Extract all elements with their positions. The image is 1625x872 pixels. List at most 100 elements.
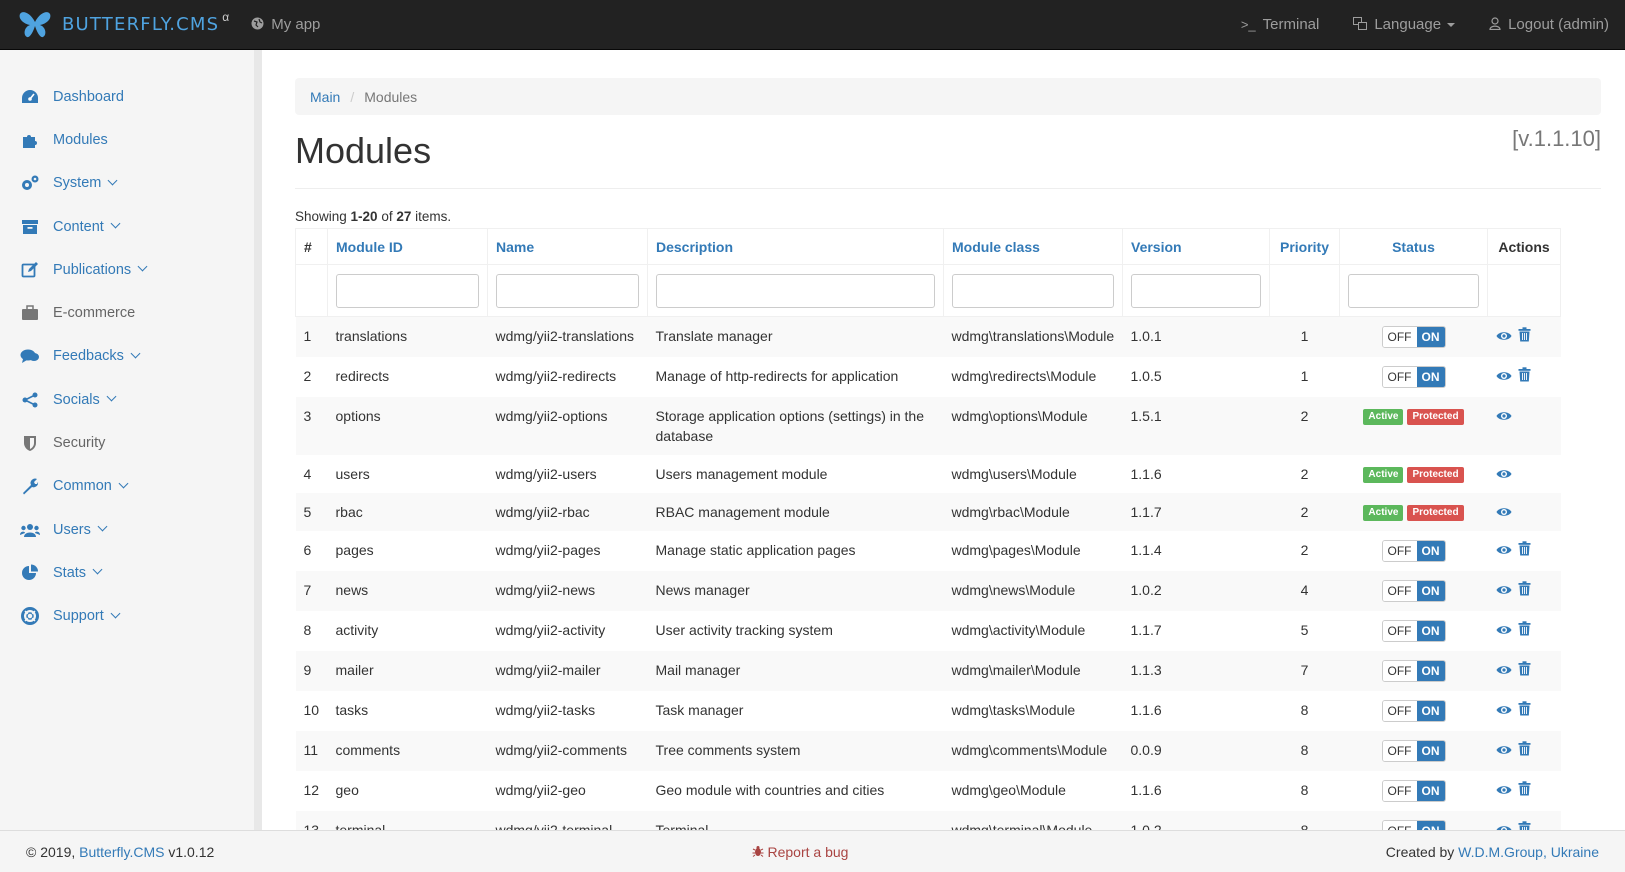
delete-icon[interactable] (1518, 821, 1534, 830)
filter-description-input[interactable] (656, 273, 935, 308)
toggle-on[interactable]: ON (1416, 621, 1445, 641)
filter-status-input[interactable] (1348, 273, 1479, 308)
delete-icon[interactable] (1518, 661, 1534, 677)
view-icon[interactable] (1496, 821, 1512, 830)
column-header-status[interactable]: Status (1339, 228, 1488, 265)
column-header-priority[interactable]: Priority (1269, 228, 1340, 265)
toggle-off[interactable]: OFF (1382, 701, 1417, 721)
view-icon[interactable] (1496, 581, 1512, 597)
status-toggle[interactable]: OFFON (1381, 820, 1446, 830)
terminal-link[interactable]: >_ Terminal (1241, 0, 1320, 50)
view-icon[interactable] (1496, 781, 1512, 797)
sidebar-item-modules[interactable]: Modules (0, 118, 254, 161)
toggle-on[interactable]: ON (1416, 781, 1445, 801)
toggle-off[interactable]: OFF (1382, 781, 1417, 801)
view-icon[interactable] (1496, 465, 1512, 481)
terminal-label: Terminal (1262, 16, 1320, 33)
toggle-off[interactable]: OFF (1382, 367, 1417, 387)
sidebar-item-content[interactable]: Content (0, 205, 254, 248)
sidebar-item-ecommerce[interactable]: E-commerce (0, 291, 254, 334)
cell-description: Users management module (647, 455, 944, 493)
sidebar-item-feedbacks[interactable]: Feedbacks (0, 335, 254, 378)
delete-icon[interactable] (1518, 741, 1534, 757)
sidebar-item-socials[interactable]: Socials (0, 378, 254, 421)
toggle-on[interactable]: ON (1416, 821, 1445, 830)
column-header-name[interactable]: Name (487, 228, 648, 265)
toggle-off[interactable]: OFF (1382, 741, 1417, 761)
status-toggle[interactable]: OFFON (1381, 540, 1446, 562)
toggle-on[interactable]: ON (1416, 581, 1445, 601)
toggle-on[interactable]: ON (1416, 741, 1445, 761)
company-link[interactable]: W.D.M.Group, Ukraine (1458, 844, 1599, 860)
filter-module-id-input[interactable] (336, 273, 479, 308)
chevron-down-icon (110, 218, 121, 229)
toggle-off[interactable]: OFF (1382, 661, 1417, 681)
delete-icon[interactable] (1518, 581, 1534, 597)
view-icon[interactable] (1496, 621, 1512, 637)
filter-version-input[interactable] (1131, 273, 1261, 308)
view-icon[interactable] (1496, 661, 1512, 677)
status-toggle[interactable]: OFFON (1381, 780, 1446, 802)
filter-name-input[interactable] (496, 273, 639, 308)
status-toggle[interactable]: OFFON (1381, 366, 1446, 388)
column-header-version[interactable]: Version (1122, 228, 1270, 265)
view-icon[interactable] (1496, 541, 1512, 557)
toggle-off[interactable]: OFF (1382, 327, 1417, 347)
report-bug-link[interactable]: Report a bug (752, 844, 848, 860)
view-icon[interactable] (1496, 327, 1512, 343)
breadcrumb-home[interactable]: Main (310, 89, 340, 105)
view-icon[interactable] (1496, 407, 1512, 423)
view-icon[interactable] (1496, 503, 1512, 519)
cell-version: 1.1.7 (1122, 493, 1270, 531)
my-app-link[interactable]: My app (251, 0, 320, 50)
toggle-on[interactable]: ON (1416, 701, 1445, 721)
status-toggle[interactable]: OFFON (1381, 740, 1446, 762)
toggle-off[interactable]: OFF (1382, 541, 1417, 561)
sidebar-item-users[interactable]: Users (0, 508, 254, 551)
toggle-off[interactable]: OFF (1382, 581, 1417, 601)
toggle-on[interactable]: ON (1416, 661, 1445, 681)
toggle-off[interactable]: OFF (1382, 821, 1417, 830)
chevron-down-icon (130, 348, 141, 359)
filter-module-class-input[interactable] (952, 273, 1114, 308)
logout-link[interactable]: Logout (admin) (1489, 0, 1609, 50)
view-icon[interactable] (1496, 701, 1512, 717)
modules-table: # Module ID Name Description Module clas… (295, 228, 1561, 830)
toggle-on[interactable]: ON (1416, 367, 1445, 387)
column-header-module-class[interactable]: Module class (943, 228, 1123, 265)
sidebar-item-security[interactable]: Security (0, 421, 254, 464)
column-header-module-id[interactable]: Module ID (327, 228, 488, 265)
status-toggle[interactable]: OFFON (1381, 660, 1446, 682)
sidebar-item-common[interactable]: Common (0, 465, 254, 508)
status-toggle[interactable]: OFFON (1381, 700, 1446, 722)
column-header-description[interactable]: Description (647, 228, 944, 265)
delete-icon[interactable] (1518, 367, 1534, 383)
toggle-on[interactable]: ON (1416, 327, 1445, 347)
status-toggle[interactable]: OFFON (1381, 580, 1446, 602)
language-dropdown[interactable]: Language (1353, 0, 1456, 50)
delete-icon[interactable] (1518, 541, 1534, 557)
delete-icon[interactable] (1518, 621, 1534, 637)
chevron-down-icon (106, 391, 117, 402)
top-navbar: BUTTERFLY.CMS α My app >_ Terminal Langu… (0, 0, 1625, 50)
toggle-off[interactable]: OFF (1382, 621, 1417, 641)
delete-icon[interactable] (1518, 327, 1534, 343)
cell-priority: 8 (1269, 811, 1340, 830)
view-icon[interactable] (1496, 741, 1512, 757)
sidebar-item-system[interactable]: System (0, 162, 254, 205)
delete-icon[interactable] (1518, 701, 1534, 717)
sidebar-item-publications[interactable]: Publications (0, 248, 254, 291)
brand-logo[interactable]: BUTTERFLY.CMS α (0, 0, 229, 50)
sidebar-item-support[interactable]: Support (0, 595, 254, 638)
status-toggle[interactable]: OFFON (1381, 620, 1446, 642)
cell-version: 1.0.5 (1122, 357, 1270, 397)
sidebar-item-label: Support (53, 608, 104, 625)
toggle-on[interactable]: ON (1416, 541, 1445, 561)
sidebar-item-dashboard[interactable]: Dashboard (0, 75, 254, 118)
sidebar-item-stats[interactable]: Stats (0, 551, 254, 594)
status-toggle[interactable]: OFFON (1381, 326, 1446, 348)
view-icon[interactable] (1496, 367, 1512, 383)
cms-link[interactable]: Butterfly.CMS (79, 844, 164, 860)
module-version-label: [v.1.1.10] (1512, 126, 1601, 151)
delete-icon[interactable] (1518, 781, 1534, 797)
